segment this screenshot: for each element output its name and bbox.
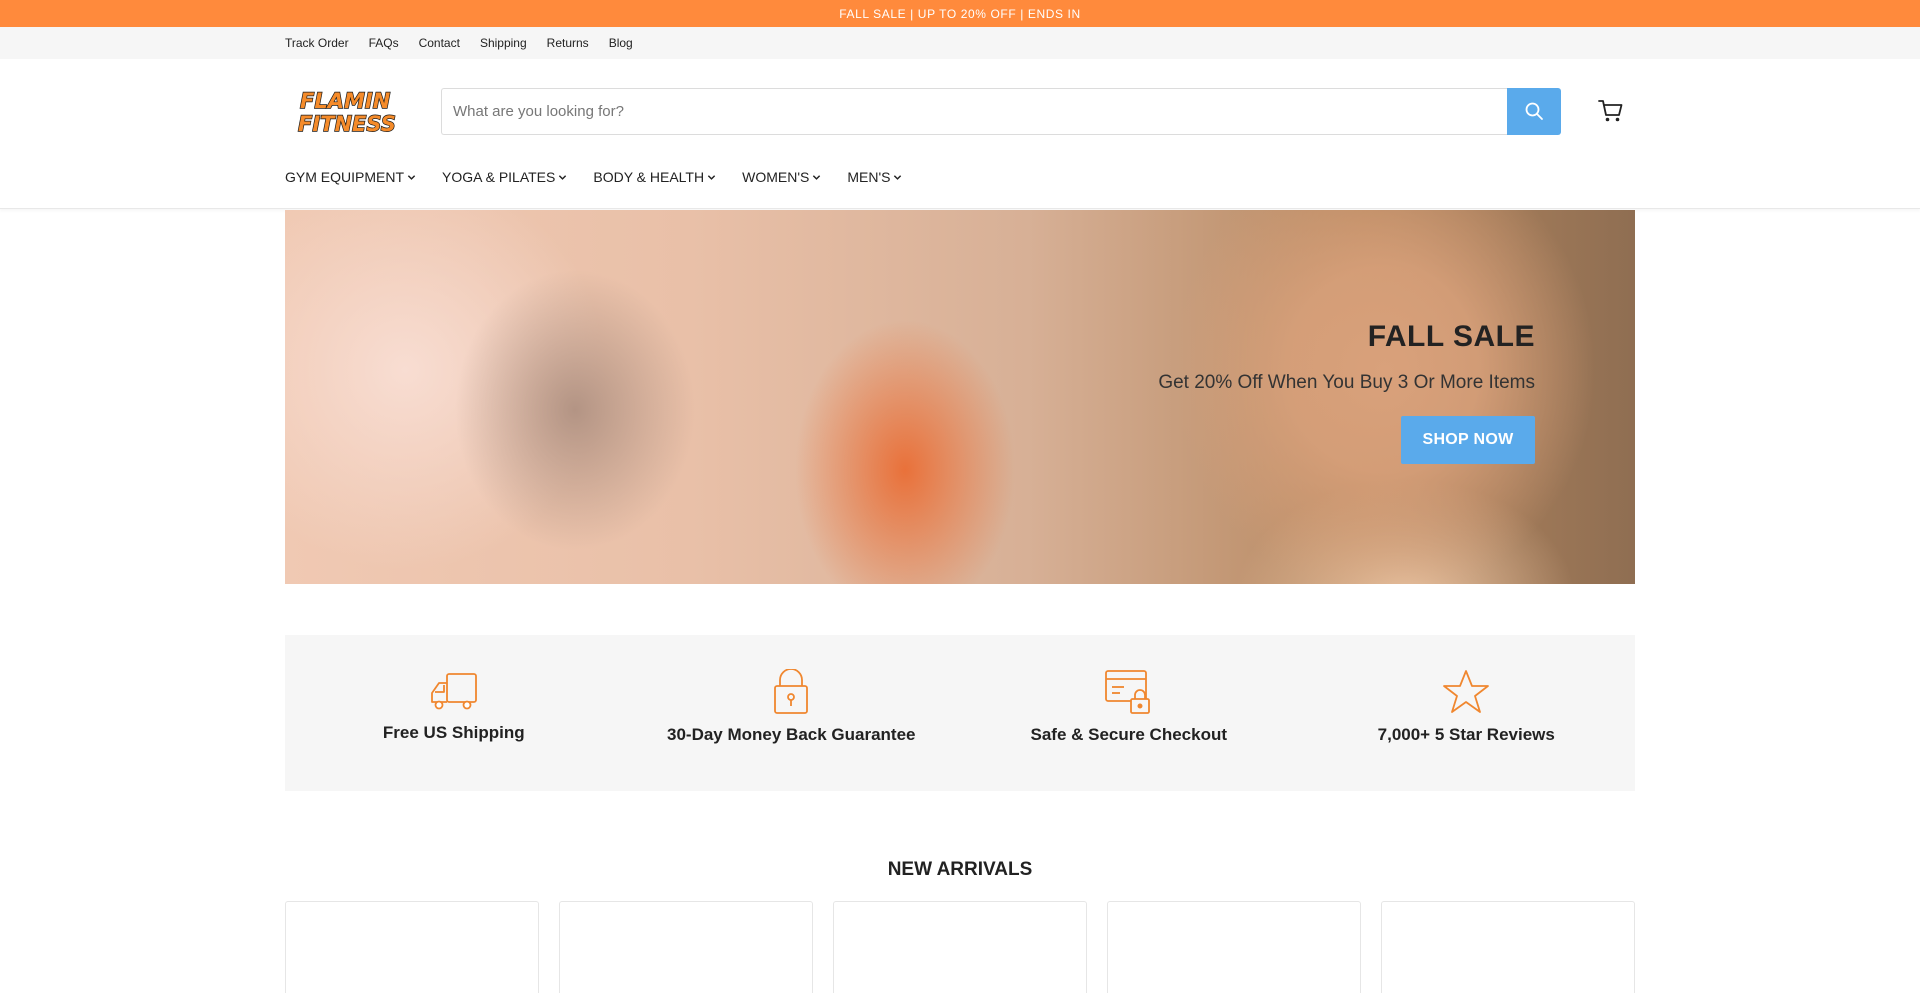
nav-item-label: WOMEN'S — [742, 169, 810, 185]
announcement-bar: FALL SALE | UP TO 20% OFF | ENDS IN — [0, 0, 1920, 27]
chevron-down-icon — [894, 174, 902, 180]
nav-item-label: BODY & HEALTH — [593, 169, 705, 185]
truck-icon — [430, 673, 477, 710]
feature-label: Safe & Secure Checkout — [1030, 725, 1227, 744]
utility-link-returns[interactable]: Returns — [547, 36, 589, 50]
product-card[interactable] — [833, 901, 1087, 993]
svg-text:FLAMIN: FLAMIN — [300, 89, 391, 113]
nav-item-womens[interactable]: WOMEN'S — [742, 169, 821, 185]
main-nav: GYM EQUIPMENT YOGA & PILATES BODY & HEAL… — [285, 136, 1635, 185]
product-card[interactable] — [1107, 901, 1361, 993]
search-icon — [1525, 102, 1543, 120]
product-card[interactable] — [1381, 901, 1635, 993]
search-input[interactable]: What are you looking for? — [441, 87, 1507, 135]
shop-now-button[interactable]: SHOP NOW — [1401, 416, 1535, 464]
feature-label: 7,000+ 5 Star Reviews — [1377, 725, 1555, 744]
nav-item-mens[interactable]: MEN'S — [847, 169, 902, 185]
utility-link-track-order[interactable]: Track Order — [285, 36, 349, 50]
nav-item-label: YOGA & PILATES — [442, 169, 556, 185]
chevron-down-icon — [559, 174, 567, 180]
utility-link-shipping[interactable]: Shipping — [480, 36, 527, 50]
nav-item-label: GYM EQUIPMENT — [285, 169, 405, 185]
product-card[interactable] — [559, 901, 813, 993]
star-icon — [1443, 670, 1490, 713]
hero-subtitle: Get 20% Off When You Buy 3 Or More Items — [1158, 372, 1535, 393]
product-card[interactable] — [285, 901, 539, 993]
hero-content: FALL SALE Get 20% Off When You Buy 3 Or … — [1158, 320, 1535, 464]
nav-item-label: MEN'S — [847, 169, 891, 185]
announcement-text: FALL SALE | UP TO 20% OFF | ENDS IN — [839, 6, 1081, 21]
feature-label: Free US Shipping — [382, 723, 525, 742]
product-grid — [285, 901, 1635, 993]
cart-icon — [1598, 100, 1623, 122]
search-button[interactable] — [1507, 87, 1561, 135]
hero-title: FALL SALE — [1367, 320, 1535, 353]
utility-link-blog[interactable]: Blog — [609, 36, 633, 50]
site-header: FLAMIN FITNESS What are you looking for?… — [0, 59, 1920, 209]
chevron-down-icon — [813, 174, 821, 180]
chevron-down-icon — [407, 174, 416, 180]
utility-nav: Track Order FAQs Contact Shipping Return… — [0, 27, 1920, 59]
feature-money-back: 30-Day Money Back Guarantee — [623, 635, 961, 791]
lock-icon — [774, 669, 809, 714]
utility-link-faqs[interactable]: FAQs — [369, 36, 399, 50]
chevron-down-icon — [707, 174, 716, 180]
feature-free-shipping: Free US Shipping — [285, 635, 623, 791]
nav-item-yoga-pilates[interactable]: YOGA & PILATES — [442, 169, 567, 185]
search-form: What are you looking for? — [441, 87, 1561, 135]
secure-card-icon — [1104, 670, 1150, 714]
feature-label: 30-Day Money Back Guarantee — [667, 725, 916, 744]
site-logo[interactable]: FLAMIN FITNESS — [296, 86, 416, 136]
new-arrivals-title: NEW ARRIVALS — [887, 859, 1033, 880]
svg-text:FITNESS: FITNESS — [298, 112, 396, 136]
cart-button[interactable] — [1596, 96, 1626, 126]
nav-item-body-health[interactable]: BODY & HEALTH — [593, 169, 716, 185]
feature-reviews: 7,000+ 5 Star Reviews — [1298, 635, 1636, 791]
feature-highlights: Free US Shipping 30-Day Money Back Guara… — [285, 635, 1635, 791]
feature-secure-checkout: Safe & Secure Checkout — [960, 635, 1298, 791]
nav-item-gym-equipment[interactable]: GYM EQUIPMENT — [285, 169, 416, 185]
hero-banner[interactable]: FALL SALE Get 20% Off When You Buy 3 Or … — [285, 210, 1635, 584]
utility-link-contact[interactable]: Contact — [419, 36, 460, 50]
